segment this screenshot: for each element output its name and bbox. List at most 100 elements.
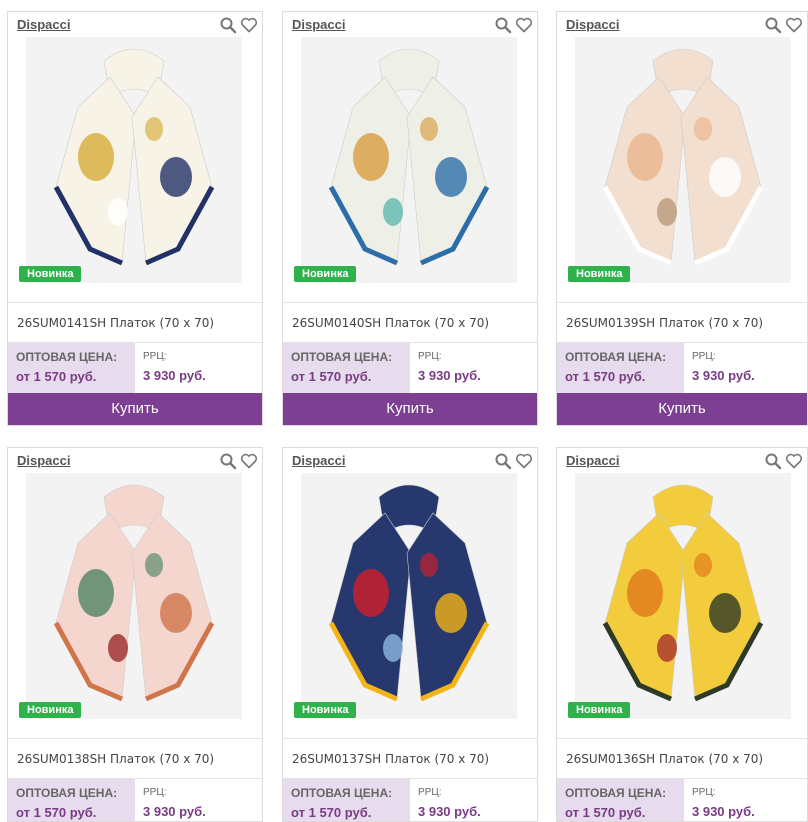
new-badge: Новинка bbox=[19, 266, 82, 282]
rrp-price-block: РРЦ: 3 930 руб. bbox=[135, 343, 262, 393]
wholesale-price-block: ОПТОВАЯ ЦЕНА: от 1 570 руб. bbox=[8, 343, 135, 393]
card-actions bbox=[494, 452, 533, 470]
rrp-price-block: РРЦ: 3 930 руб. bbox=[684, 343, 807, 393]
product-image[interactable] bbox=[26, 37, 242, 283]
scarf-image bbox=[26, 473, 242, 719]
brand-link[interactable]: Dispacci bbox=[17, 453, 70, 468]
product-image[interactable] bbox=[301, 37, 517, 283]
search-icon[interactable] bbox=[494, 16, 512, 34]
wholesale-price-block: ОПТОВАЯ ЦЕНА: от 1 570 руб. bbox=[283, 343, 410, 393]
buy-button[interactable]: Купить bbox=[557, 393, 807, 425]
price-row: ОПТОВАЯ ЦЕНА: от 1 570 руб. РРЦ: 3 930 р… bbox=[557, 778, 807, 821]
scarf-image bbox=[301, 37, 517, 283]
rrp-price: 3 930 руб. bbox=[143, 368, 206, 383]
buy-button[interactable]: Купить bbox=[8, 393, 262, 425]
price-row: ОПТОВАЯ ЦЕНА: от 1 570 руб. РРЦ: 3 930 р… bbox=[8, 342, 262, 393]
product-image[interactable] bbox=[26, 473, 242, 719]
rrp-label: РРЦ: bbox=[692, 787, 716, 798]
wholesale-price: от 1 570 руб. bbox=[565, 805, 646, 820]
scarf-image bbox=[575, 473, 791, 719]
wholesale-price: от 1 570 руб. bbox=[565, 369, 646, 384]
rrp-price: 3 930 руб. bbox=[692, 804, 755, 819]
rrp-label: РРЦ: bbox=[692, 351, 716, 362]
wholesale-label: ОПТОВАЯ ЦЕНА: bbox=[565, 786, 667, 800]
brand-link[interactable]: Dispacci bbox=[566, 453, 619, 468]
product-image[interactable] bbox=[575, 37, 791, 283]
rrp-price-block: РРЦ: 3 930 руб. bbox=[410, 343, 537, 393]
heart-icon[interactable] bbox=[240, 16, 258, 34]
price-row: ОПТОВАЯ ЦЕНА: от 1 570 руб. РРЦ: 3 930 р… bbox=[8, 778, 262, 821]
rrp-label: РРЦ: bbox=[418, 787, 442, 798]
product-title[interactable]: 26SUM0139SH Платок (70 x 70) bbox=[557, 302, 807, 342]
product-image[interactable] bbox=[301, 473, 517, 719]
rrp-label: РРЦ: bbox=[143, 787, 167, 798]
brand-link[interactable]: Dispacci bbox=[292, 453, 345, 468]
rrp-price-block: РРЦ: 3 930 руб. bbox=[410, 779, 537, 821]
product-image-area: Dispacci Новинка bbox=[557, 12, 807, 302]
card-actions bbox=[764, 16, 803, 34]
rrp-price: 3 930 руб. bbox=[418, 804, 481, 819]
rrp-price: 3 930 руб. bbox=[143, 804, 206, 819]
price-row: ОПТОВАЯ ЦЕНА: от 1 570 руб. РРЦ: 3 930 р… bbox=[283, 778, 537, 821]
new-badge: Новинка bbox=[294, 266, 357, 282]
card-actions bbox=[764, 452, 803, 470]
product-card[interactable]: Dispacci Новинка 26SUM0138SH Платок (70 … bbox=[7, 447, 263, 822]
rrp-price-block: РРЦ: 3 930 руб. bbox=[684, 779, 807, 821]
card-actions bbox=[219, 16, 258, 34]
product-image[interactable] bbox=[575, 473, 791, 719]
new-badge: Новинка bbox=[19, 702, 82, 718]
product-card[interactable]: Dispacci Новинка 26SUM0136SH Платок (70 … bbox=[556, 447, 808, 822]
rrp-label: РРЦ: bbox=[418, 351, 442, 362]
heart-icon[interactable] bbox=[240, 452, 258, 470]
product-title[interactable]: 26SUM0136SH Платок (70 x 70) bbox=[557, 738, 807, 778]
product-image-area: Dispacci Новинка bbox=[557, 448, 807, 738]
buy-button[interactable]: Купить bbox=[283, 393, 537, 425]
wholesale-price: от 1 570 руб. bbox=[291, 805, 372, 820]
wholesale-label: ОПТОВАЯ ЦЕНА: bbox=[291, 350, 393, 364]
product-card[interactable]: Dispacci Новинка 26SUM0141SH Платок (70 … bbox=[7, 11, 263, 426]
new-badge: Новинка bbox=[294, 702, 357, 718]
product-image-area: Dispacci Новинка bbox=[8, 448, 262, 738]
product-title[interactable]: 26SUM0138SH Платок (70 x 70) bbox=[8, 738, 262, 778]
product-title[interactable]: 26SUM0140SH Платок (70 x 70) bbox=[283, 302, 537, 342]
product-card[interactable]: Dispacci Новинка 26SUM0139SH Платок (70 … bbox=[556, 11, 808, 426]
search-icon[interactable] bbox=[764, 16, 782, 34]
heart-icon[interactable] bbox=[515, 452, 533, 470]
heart-icon[interactable] bbox=[785, 452, 803, 470]
wholesale-price-block: ОПТОВАЯ ЦЕНА: от 1 570 руб. bbox=[8, 779, 135, 821]
product-image-area: Dispacci Новинка bbox=[283, 448, 537, 738]
product-grid: Dispacci Новинка 26SUM0141SH Платок (70 … bbox=[0, 0, 808, 822]
price-row: ОПТОВАЯ ЦЕНА: от 1 570 руб. РРЦ: 3 930 р… bbox=[283, 342, 537, 393]
scarf-image bbox=[26, 37, 242, 283]
wholesale-label: ОПТОВАЯ ЦЕНА: bbox=[291, 786, 393, 800]
price-row: ОПТОВАЯ ЦЕНА: от 1 570 руб. РРЦ: 3 930 р… bbox=[557, 342, 807, 393]
brand-link[interactable]: Dispacci bbox=[566, 17, 619, 32]
rrp-price: 3 930 руб. bbox=[692, 368, 755, 383]
brand-link[interactable]: Dispacci bbox=[17, 17, 70, 32]
rrp-price-block: РРЦ: 3 930 руб. bbox=[135, 779, 262, 821]
wholesale-price: от 1 570 руб. bbox=[16, 369, 97, 384]
brand-link[interactable]: Dispacci bbox=[292, 17, 345, 32]
search-icon[interactable] bbox=[494, 452, 512, 470]
wholesale-price-block: ОПТОВАЯ ЦЕНА: от 1 570 руб. bbox=[557, 343, 684, 393]
wholesale-price: от 1 570 руб. bbox=[16, 805, 97, 820]
wholesale-price-block: ОПТОВАЯ ЦЕНА: от 1 570 руб. bbox=[283, 779, 410, 821]
product-card[interactable]: Dispacci Новинка 26SUM0140SH Платок (70 … bbox=[282, 11, 538, 426]
card-actions bbox=[494, 16, 533, 34]
search-icon[interactable] bbox=[219, 452, 237, 470]
product-card[interactable]: Dispacci Новинка 26SUM0137SH Платок (70 … bbox=[282, 447, 538, 822]
rrp-price: 3 930 руб. bbox=[418, 368, 481, 383]
search-icon[interactable] bbox=[219, 16, 237, 34]
heart-icon[interactable] bbox=[785, 16, 803, 34]
wholesale-label: ОПТОВАЯ ЦЕНА: bbox=[16, 786, 118, 800]
rrp-label: РРЦ: bbox=[143, 351, 167, 362]
product-image-area: Dispacci Новинка bbox=[283, 12, 537, 302]
heart-icon[interactable] bbox=[515, 16, 533, 34]
wholesale-price-block: ОПТОВАЯ ЦЕНА: от 1 570 руб. bbox=[557, 779, 684, 821]
wholesale-label: ОПТОВАЯ ЦЕНА: bbox=[16, 350, 118, 364]
search-icon[interactable] bbox=[764, 452, 782, 470]
product-title[interactable]: 26SUM0137SH Платок (70 x 70) bbox=[283, 738, 537, 778]
wholesale-label: ОПТОВАЯ ЦЕНА: bbox=[565, 350, 667, 364]
scarf-image bbox=[301, 473, 517, 719]
product-title[interactable]: 26SUM0141SH Платок (70 x 70) bbox=[8, 302, 262, 342]
